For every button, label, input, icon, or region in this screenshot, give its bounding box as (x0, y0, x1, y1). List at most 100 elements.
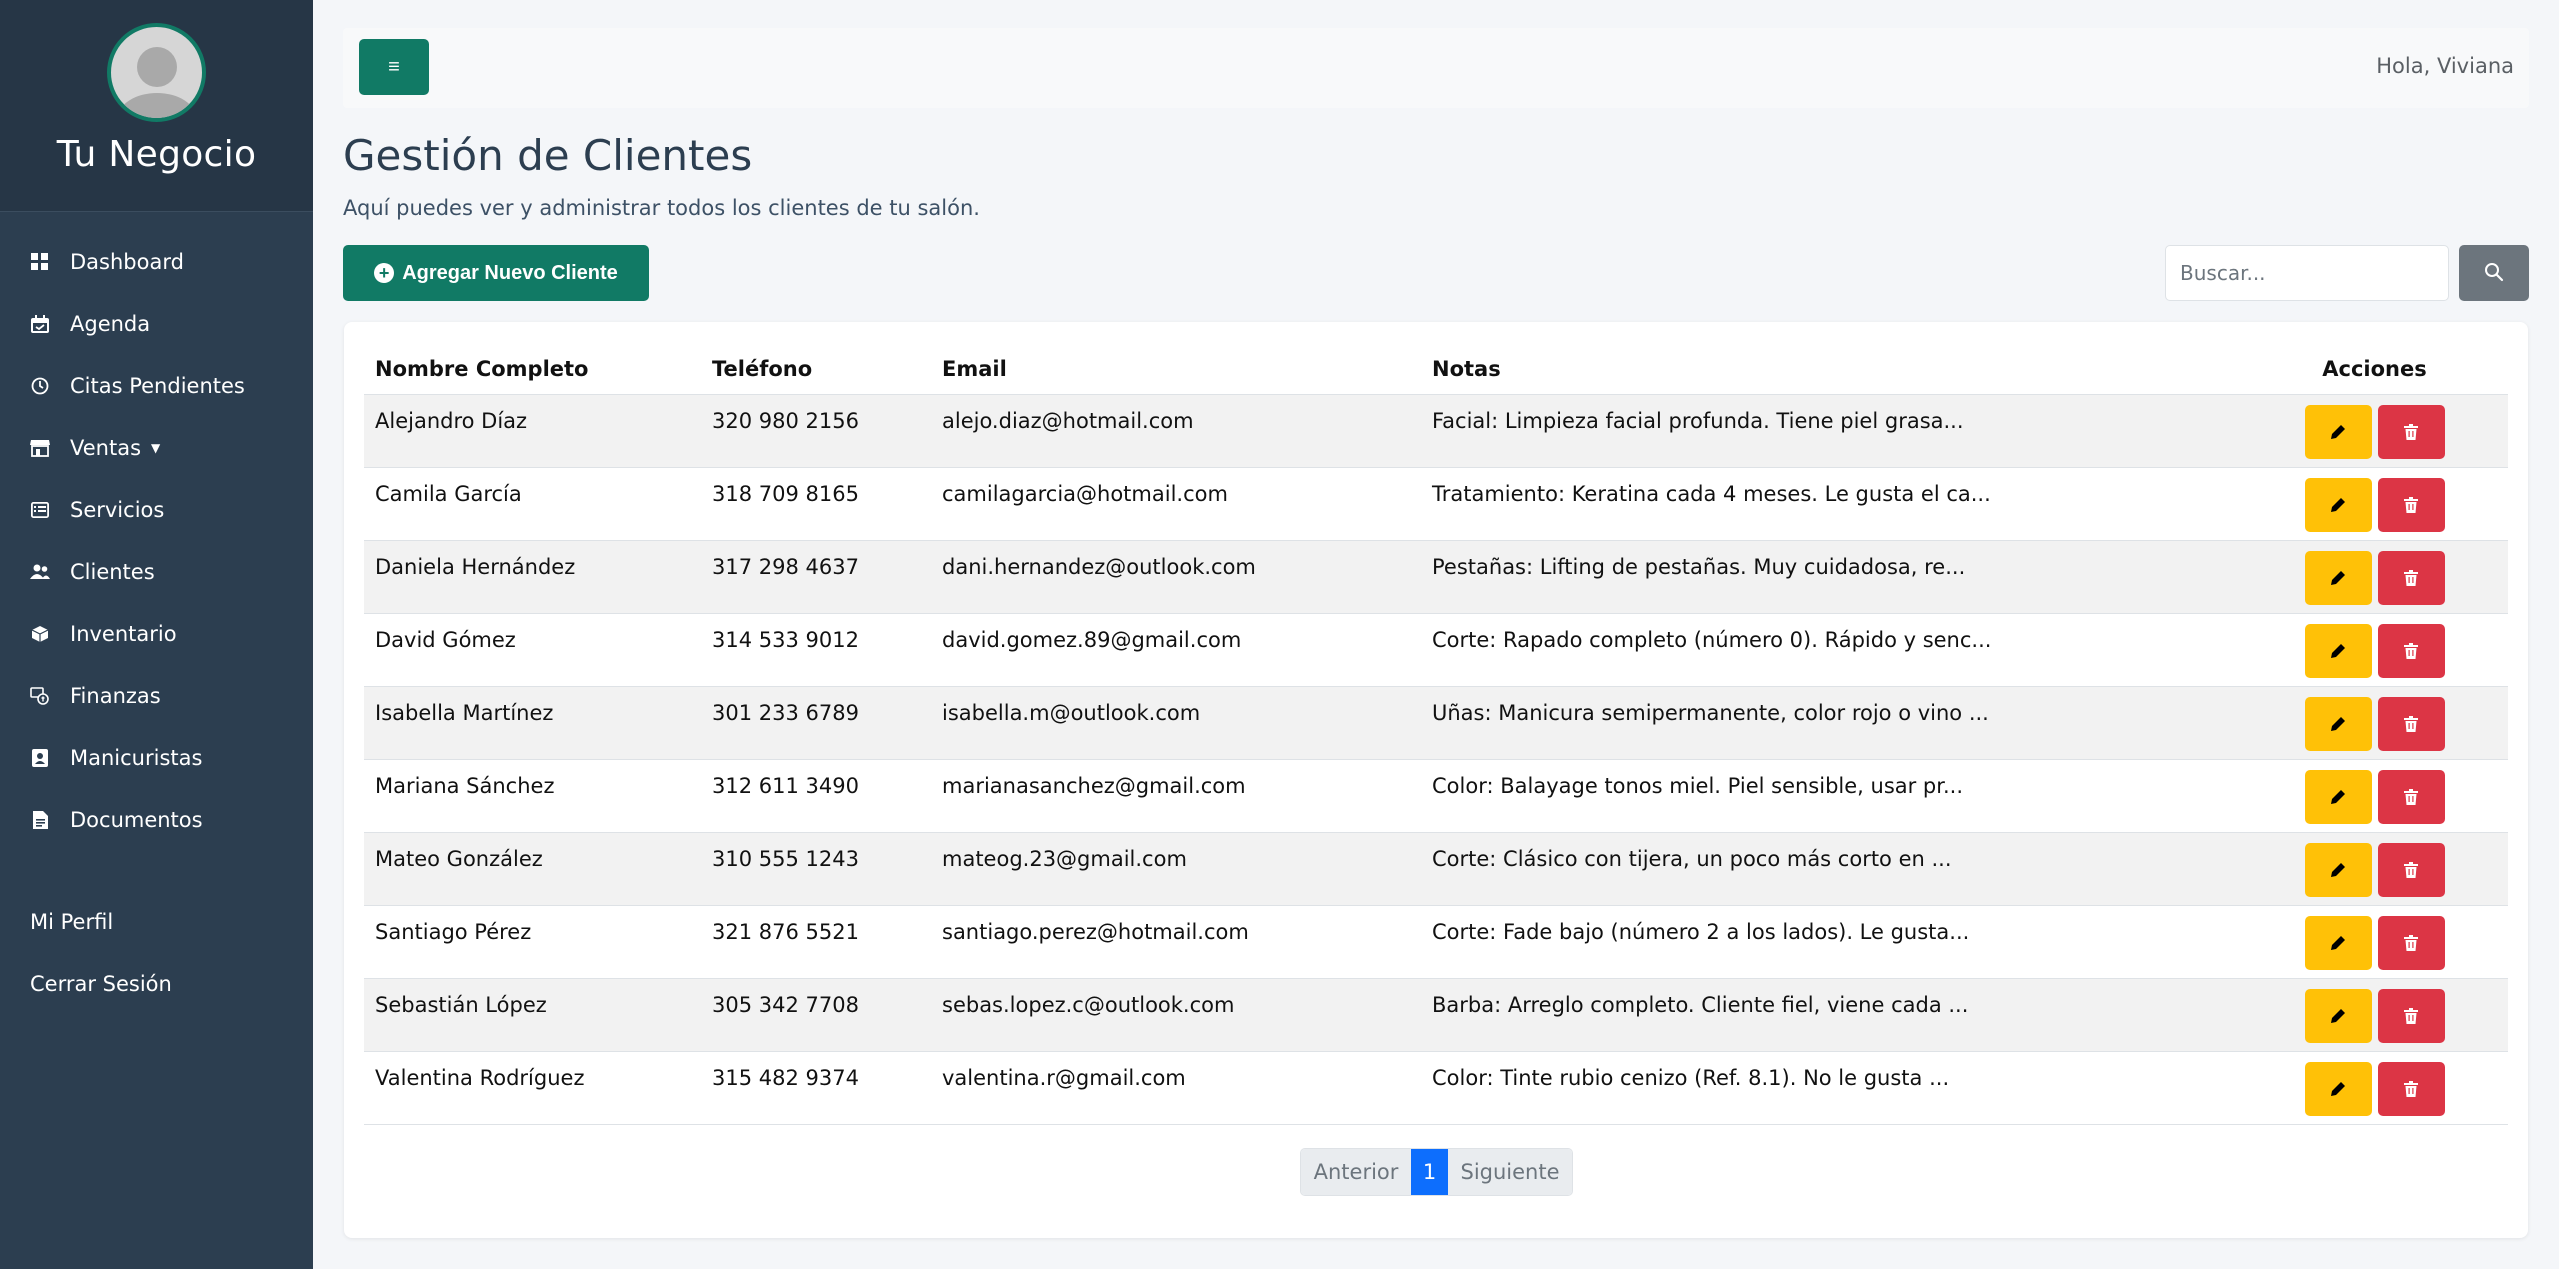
sidebar-item-manicuristas[interactable]: Manicuristas (0, 727, 313, 789)
cell-notes: Facial: Limpieza facial profunda. Tiene … (1421, 394, 2241, 468)
pagination-next-button[interactable]: Siguiente (1448, 1149, 1572, 1195)
cell-actions (2241, 686, 2508, 760)
edit-button[interactable] (2304, 623, 2372, 678)
sidebar-brand: Tu Negocio (0, 0, 313, 212)
table-row: Santiago Pérez 321 876 5521 santiago.per… (364, 905, 2508, 979)
sidebar-item-cerrar-sesion[interactable]: Cerrar Sesión (0, 953, 313, 1015)
cell-notes: Barba: Arreglo completo. Cliente fiel, v… (1421, 978, 2241, 1052)
sidebar-item-label: Citas Pendientes (70, 374, 245, 398)
cell-actions (2241, 394, 2508, 468)
cell-notes: Uñas: Manicura semipermanente, color roj… (1421, 686, 2241, 760)
page-title: Gestión de Clientes (343, 131, 753, 180)
page-subtitle: Aquí puedes ver y administrar todos los … (343, 196, 980, 220)
sidebar-item-servicios[interactable]: Servicios (0, 479, 313, 541)
sidebar-item-dashboard[interactable]: Dashboard (0, 231, 313, 293)
cell-email: valentina.r@gmail.com (931, 1051, 1421, 1125)
delete-button[interactable] (2377, 550, 2445, 605)
edit-button[interactable] (2304, 477, 2372, 532)
cell-email: david.gomez.89@gmail.com (931, 613, 1421, 687)
edit-button[interactable] (2304, 769, 2372, 824)
sidebar-item-label: Dashboard (70, 250, 184, 274)
search-button[interactable] (2459, 245, 2529, 301)
delete-button[interactable] (2377, 696, 2445, 751)
delete-button[interactable] (2377, 769, 2445, 824)
cell-actions (2241, 613, 2508, 687)
table-row: Alejandro Díaz 320 980 2156 alejo.diaz@h… (364, 394, 2508, 468)
table-row: Valentina Rodríguez 315 482 9374 valenti… (364, 1051, 2508, 1125)
pencil-icon (2331, 789, 2345, 804)
sidebar-item-label: Mi Perfil (30, 910, 114, 934)
user-greeting: Hola, Viviana (2376, 54, 2514, 78)
cell-phone: 315 482 9374 (701, 1051, 931, 1125)
cell-actions (2241, 832, 2508, 906)
sidebar-item-documentos[interactable]: Documentos (0, 789, 313, 851)
cell-name: Mariana Sánchez (364, 759, 701, 833)
delete-button[interactable] (2377, 404, 2445, 459)
cell-actions (2241, 1051, 2508, 1125)
delete-button[interactable] (2377, 988, 2445, 1043)
pagination-page-1[interactable]: 1 (1411, 1149, 1448, 1195)
pencil-icon (2331, 643, 2345, 658)
cell-actions (2241, 467, 2508, 541)
search-input[interactable] (2165, 245, 2449, 301)
cell-name: Daniela Hernández (364, 540, 701, 614)
edit-button[interactable] (2304, 842, 2372, 897)
cell-notes: Tratamiento: Keratina cada 4 meses. Le g… (1421, 467, 2241, 541)
delete-button[interactable] (2377, 842, 2445, 897)
sidebar-item-mi-perfil[interactable]: Mi Perfil (0, 891, 313, 953)
cell-email: alejo.diaz@hotmail.com (931, 394, 1421, 468)
pagination-prev-button[interactable]: Anterior (1301, 1149, 1411, 1195)
sidebar-item-label: Servicios (70, 498, 165, 522)
sidebar-bottom-nav: Mi Perfil Cerrar Sesión (0, 891, 313, 1015)
edit-button[interactable] (2304, 915, 2372, 970)
cell-email: marianasanchez@gmail.com (931, 759, 1421, 833)
document-icon (30, 810, 50, 830)
search-icon (2484, 262, 2504, 285)
pencil-icon (2331, 862, 2345, 877)
cell-actions (2241, 759, 2508, 833)
edit-button[interactable] (2304, 696, 2372, 751)
cell-name: Valentina Rodríguez (364, 1051, 701, 1125)
trash-icon (2404, 569, 2418, 586)
sidebar-item-ventas[interactable]: Ventas ▼ (0, 417, 313, 479)
cell-name: Santiago Pérez (364, 905, 701, 979)
edit-button[interactable] (2304, 550, 2372, 605)
add-client-button[interactable]: + Agregar Nuevo Cliente (343, 245, 649, 301)
sidebar-item-label: Inventario (70, 622, 177, 646)
sidebar-item-inventario[interactable]: Inventario (0, 603, 313, 665)
cell-email: sebas.lopez.c@outlook.com (931, 978, 1421, 1052)
cell-notes: Corte: Fade bajo (número 2 a los lados).… (1421, 905, 2241, 979)
clock-icon (30, 376, 50, 396)
trash-icon (2404, 1007, 2418, 1024)
cell-notes: Color: Balayage tonos miel. Piel sensibl… (1421, 759, 2241, 833)
delete-button[interactable] (2377, 477, 2445, 532)
sidebar-item-label: Agenda (70, 312, 151, 336)
cell-phone: 314 533 9012 (701, 613, 931, 687)
cell-phone: 301 233 6789 (701, 686, 931, 760)
table-row: David Gómez 314 533 9012 david.gomez.89@… (364, 613, 2508, 687)
delete-button[interactable] (2377, 623, 2445, 678)
edit-button[interactable] (2304, 1061, 2372, 1116)
sidebar-item-finanzas[interactable]: Finanzas (0, 665, 313, 727)
cell-email: isabella.m@outlook.com (931, 686, 1421, 760)
sidebar-item-clientes[interactable]: Clientes (0, 541, 313, 603)
delete-button[interactable] (2377, 915, 2445, 970)
cell-name: Isabella Martínez (364, 686, 701, 760)
dashboard-icon (30, 252, 50, 272)
edit-button[interactable] (2304, 988, 2372, 1043)
cell-email: camilagarcia@hotmail.com (931, 467, 1421, 541)
pencil-icon (2331, 497, 2345, 512)
cell-name: Mateo González (364, 832, 701, 906)
sidebar-item-agenda[interactable]: Agenda (0, 293, 313, 355)
store-icon (30, 438, 50, 458)
edit-button[interactable] (2304, 404, 2372, 459)
menu-toggle-button[interactable]: ≡ (359, 39, 429, 95)
delete-button[interactable] (2377, 1061, 2445, 1116)
cell-email: santiago.perez@hotmail.com (931, 905, 1421, 979)
column-header-name: Nombre Completo (364, 344, 701, 395)
sidebar-item-label: Clientes (70, 560, 155, 584)
column-header-phone: Teléfono (701, 344, 931, 395)
cell-actions (2241, 540, 2508, 614)
sidebar-item-citas-pendientes[interactable]: Citas Pendientes (0, 355, 313, 417)
trash-icon (2404, 496, 2418, 513)
